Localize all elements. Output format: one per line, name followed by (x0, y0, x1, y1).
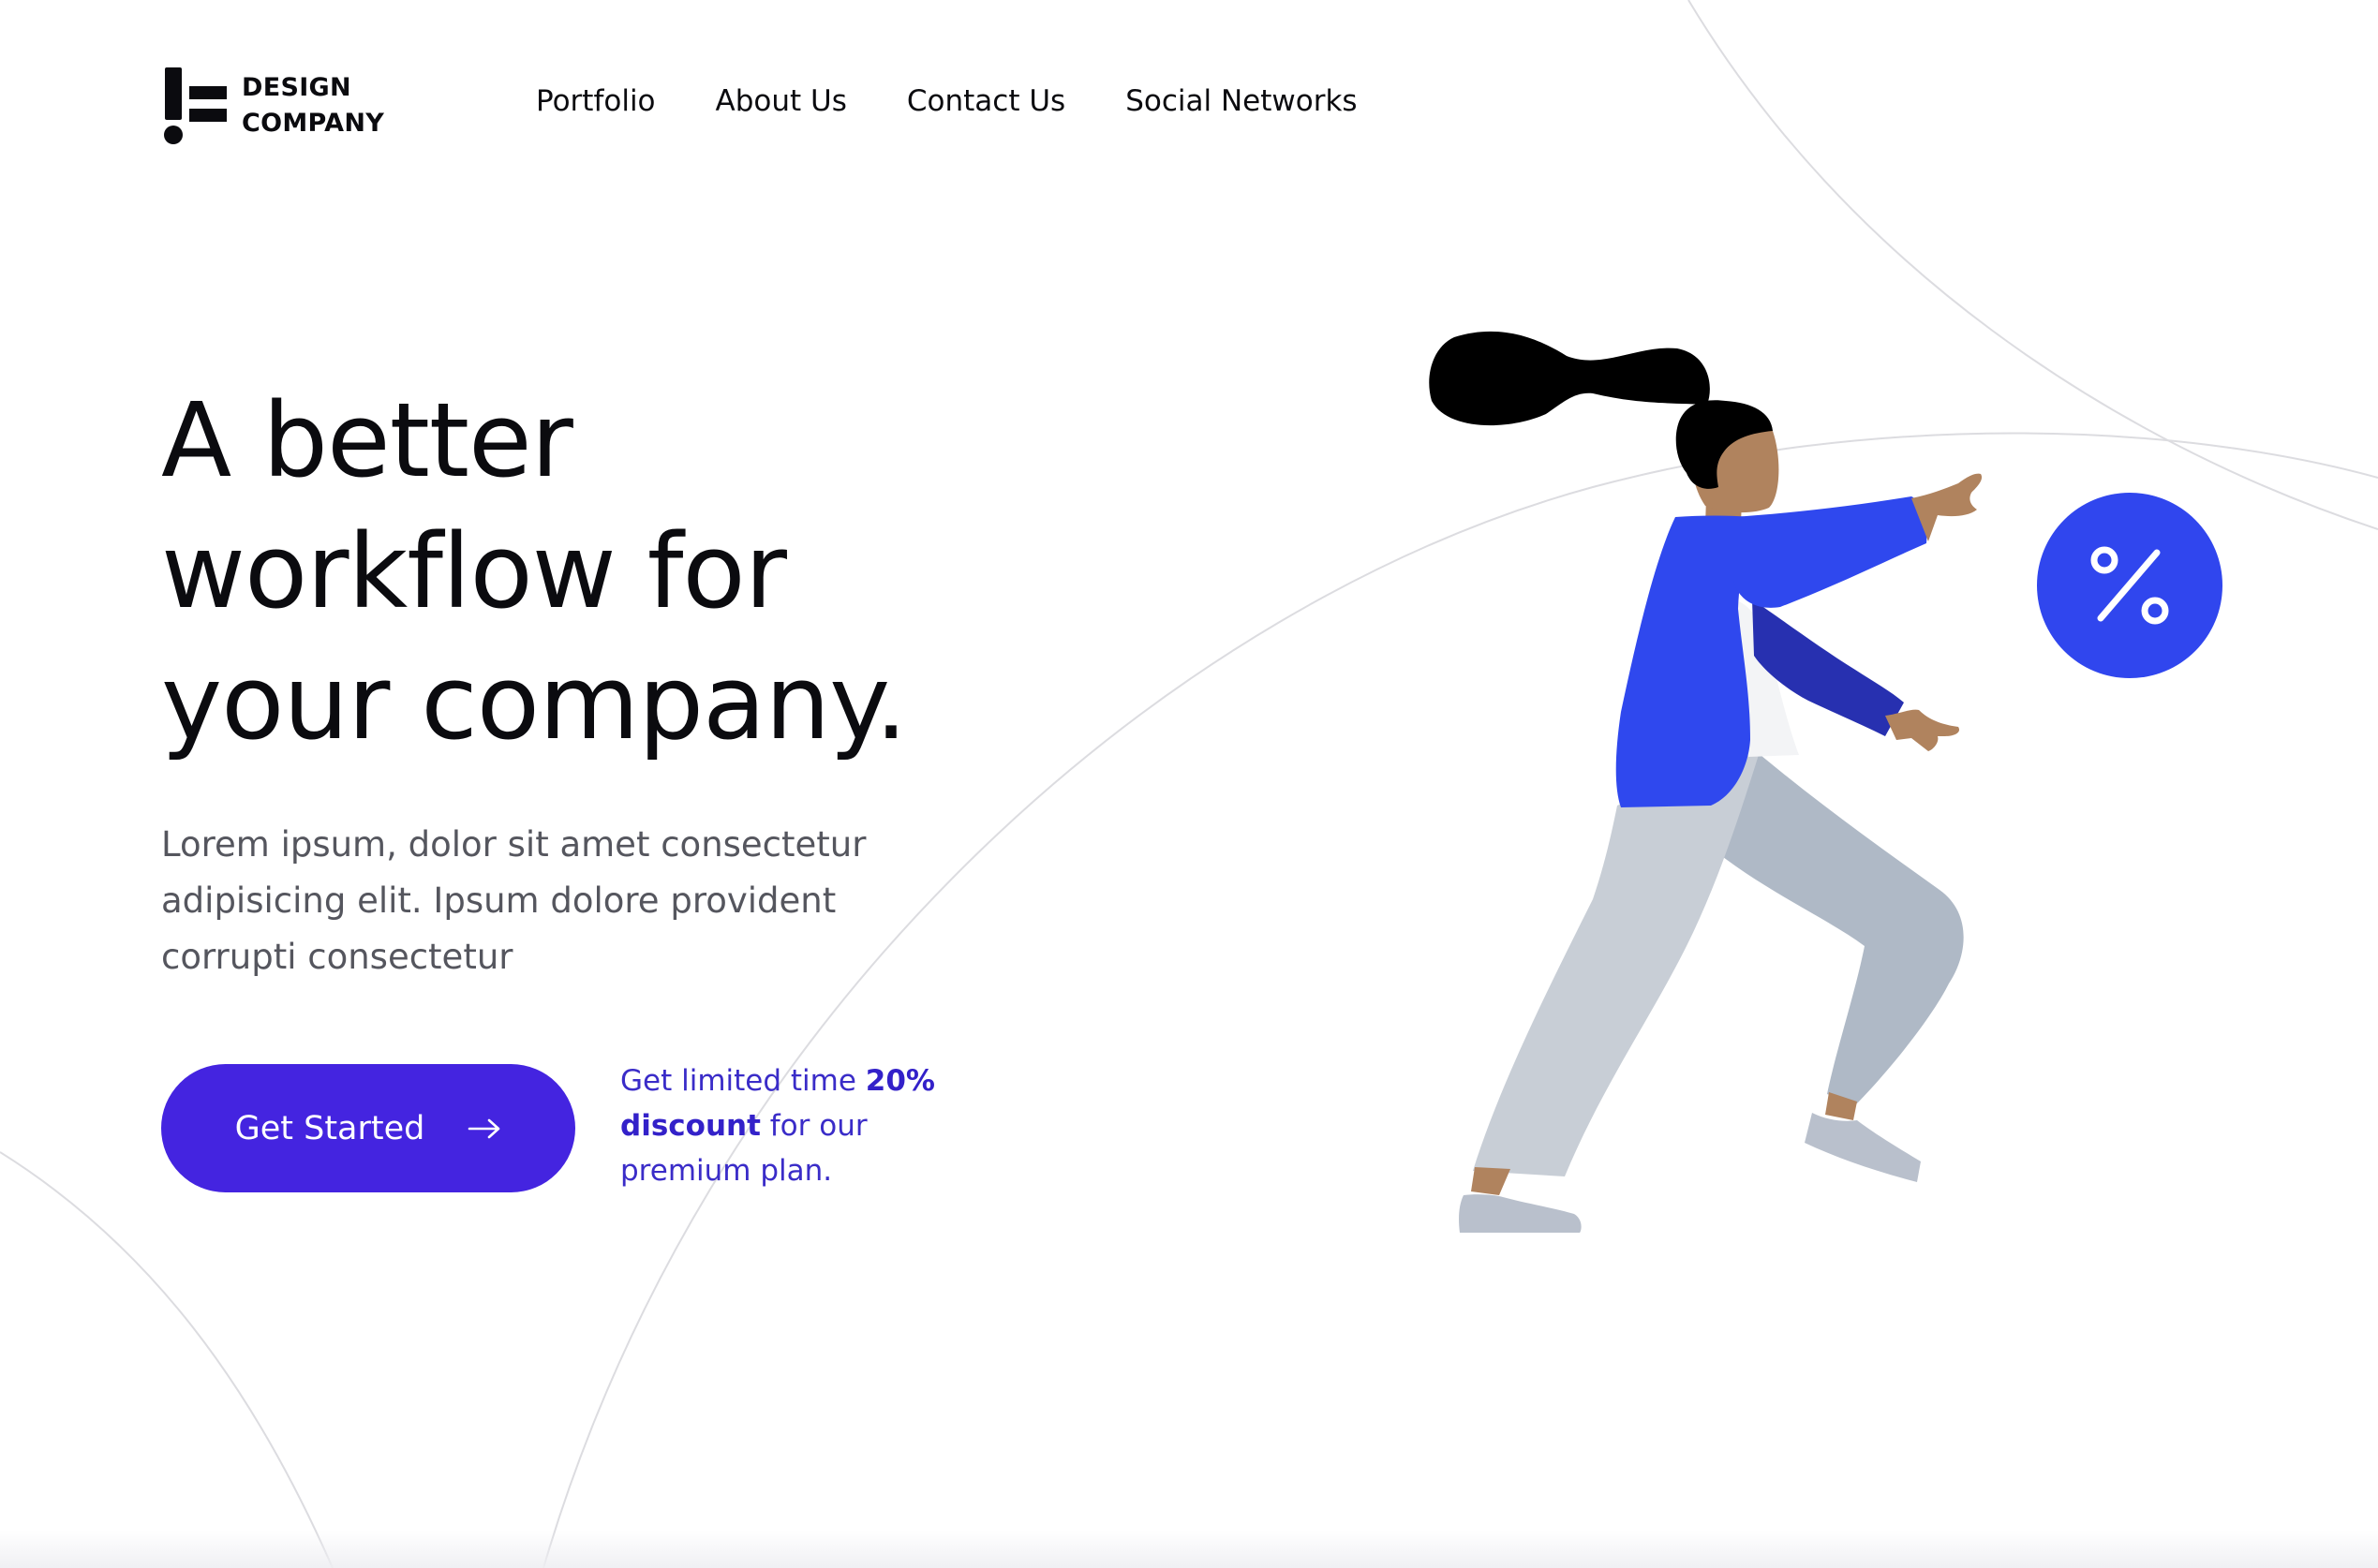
promo-line1: Get limited time 20% (620, 1058, 935, 1103)
hero-headline-line2: workflow for (161, 511, 787, 631)
hero-description-line2: adipisicing elit. Ipsum dolore provident (161, 880, 837, 921)
front-foot-skin (1471, 1167, 1510, 1195)
jacket (1615, 515, 1752, 807)
brand-name-line1: DESIGN (242, 73, 351, 102)
hair-ponytail (1429, 331, 1710, 426)
nav-link-contact-us[interactable]: Contact Us (907, 84, 1065, 118)
promo-percent: 20% (865, 1064, 935, 1098)
promo-discount-word: discount (620, 1109, 761, 1143)
hero-headline-line3: your company. (161, 643, 908, 762)
back-hand (1885, 709, 1960, 751)
promo-line1-text: Get limited time (620, 1064, 866, 1098)
exclamation-lines-logo-icon (164, 67, 227, 144)
bottom-fade (0, 1531, 2378, 1568)
front-leg (1473, 740, 1763, 1176)
hero-headline: A better workflow for your company. (161, 375, 908, 768)
hero-description: Lorem ipsum, dolor sit amet consectetur … (161, 817, 1004, 985)
hero-description-line1: Lorem ipsum, dolor sit amet consectetur (161, 824, 867, 865)
hero-description-line3: corrupti consectetur (161, 937, 513, 977)
brand-name: DESIGN COMPANY (242, 70, 384, 141)
get-started-button[interactable]: Get Started (161, 1064, 575, 1192)
front-shoe (1459, 1194, 1582, 1233)
get-started-label: Get Started (234, 1109, 425, 1147)
nav-link-about-us[interactable]: About Us (716, 84, 847, 118)
promo-line2: discount for our (620, 1103, 935, 1148)
hero-headline-line1: A better (161, 380, 573, 500)
nav-link-portfolio[interactable]: Portfolio (536, 84, 656, 118)
main-nav: Portfolio About Us Contact Us Social Net… (536, 84, 1358, 118)
back-shoe (1805, 1113, 1921, 1182)
nav-link-social-networks[interactable]: Social Networks (1125, 84, 1357, 118)
arrow-right-icon (468, 1118, 500, 1138)
discount-promo-text: Get limited time 20% discount for our pr… (620, 1058, 935, 1193)
brand-name-line2: COMPANY (242, 109, 385, 138)
brand-logo[interactable]: DESIGN COMPANY (161, 66, 384, 146)
promo-line3: premium plan. (620, 1154, 833, 1188)
front-arm (1733, 496, 1927, 608)
percent-badge (2037, 493, 2222, 678)
promo-line2-text: for our (760, 1109, 868, 1143)
woman-reaching-illustration (1429, 331, 1983, 1233)
